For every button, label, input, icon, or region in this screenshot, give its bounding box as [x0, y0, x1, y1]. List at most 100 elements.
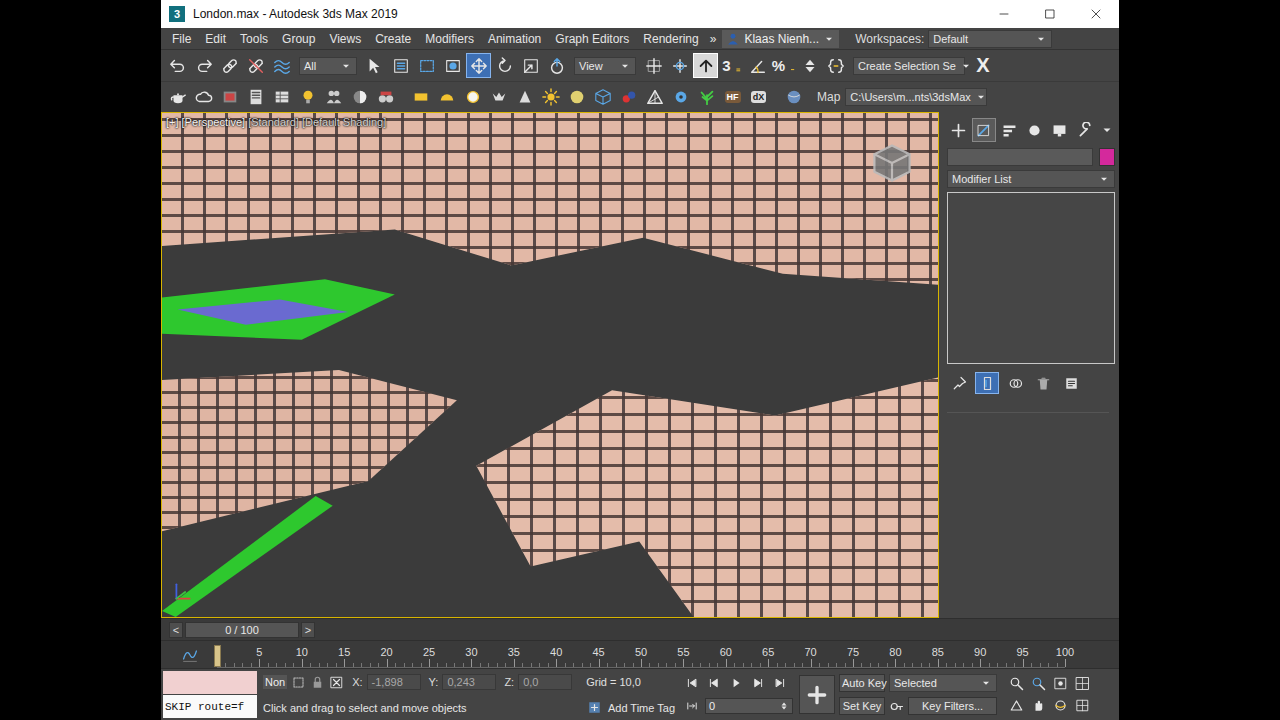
reference-coordinate-dropdown[interactable]: View	[574, 57, 636, 75]
rendered-window-button[interactable]	[243, 85, 268, 110]
menu-item[interactable]: Create	[368, 32, 418, 46]
auto-key-button[interactable]: Auto Key	[839, 674, 885, 692]
manipulate-button[interactable]	[667, 53, 692, 78]
bulb-button[interactable]	[295, 85, 320, 110]
modifier-list-dropdown[interactable]: Modifier List	[947, 170, 1115, 188]
spinner-snap-button[interactable]	[797, 53, 822, 78]
teapot-button[interactable]	[165, 85, 190, 110]
zoom-extents-button[interactable]	[1049, 673, 1071, 695]
prev-frame-button[interactable]	[705, 674, 723, 692]
set-keys-button[interactable]	[799, 675, 835, 714]
current-frame-marker[interactable]	[214, 645, 221, 667]
menu-overflow[interactable]: »	[706, 32, 721, 46]
play-button[interactable]	[727, 674, 745, 692]
dx-button[interactable]: dX	[746, 85, 771, 110]
go-start-button[interactable]	[683, 674, 701, 692]
create-tab[interactable]	[947, 118, 970, 142]
key-mode-button[interactable]	[683, 697, 701, 715]
move-button[interactable]	[466, 53, 491, 78]
window-crossing-button[interactable]	[440, 53, 465, 78]
key-set-dropdown[interactable]: Selected	[889, 674, 997, 692]
mini-curve-editor-button[interactable]	[179, 644, 201, 666]
maximize-button[interactable]	[1071, 695, 1093, 717]
maxscript-input[interactable]	[163, 671, 257, 694]
display-tab[interactable]	[1048, 118, 1071, 142]
viewport-label[interactable]: [Default Shading]	[302, 116, 386, 128]
set-key-button[interactable]: Set Key	[839, 697, 885, 715]
minimize-button[interactable]	[981, 0, 1027, 28]
hierarchy-tab[interactable]	[998, 118, 1021, 142]
cone-button[interactable]	[512, 85, 537, 110]
panel-menu-button[interactable]	[1099, 118, 1115, 142]
project-path-dropdown[interactable]: C:\Users\m...nts\3dsMax	[845, 88, 987, 106]
key-filters-button[interactable]: Key Filters...	[908, 697, 997, 715]
menu-item[interactable]: File	[165, 32, 198, 46]
disc-button[interactable]	[564, 85, 589, 110]
scale-button[interactable]	[518, 53, 543, 78]
go-end-button[interactable]	[771, 674, 789, 692]
menu-item[interactable]: Views	[322, 32, 368, 46]
plant-button[interactable]	[694, 85, 719, 110]
menu-item[interactable]: Animation	[481, 32, 548, 46]
link-button[interactable]	[217, 53, 242, 78]
object-name-field[interactable]	[947, 148, 1093, 166]
make-unique-button[interactable]	[1003, 372, 1027, 394]
named-sets-button[interactable]	[823, 53, 848, 78]
add-time-tag[interactable]: Add Time Tag	[587, 700, 675, 715]
current-frame-field[interactable]: 0	[705, 698, 793, 714]
previous-frame-button[interactable]: <	[169, 622, 183, 638]
pivot-button[interactable]	[641, 53, 666, 78]
perspective-viewport[interactable]: [+][Perspective][Standard][Default Shadi…	[161, 112, 939, 618]
people-button[interactable]	[321, 85, 346, 110]
zoom-all-button[interactable]	[1027, 673, 1049, 695]
next-frame-button[interactable]: >	[301, 622, 315, 638]
modifier-stack[interactable]	[947, 192, 1115, 364]
end-result-button[interactable]	[975, 372, 999, 394]
cloud-button[interactable]	[191, 85, 216, 110]
table-button[interactable]	[269, 85, 294, 110]
menu-item[interactable]: Graph Editors	[548, 32, 636, 46]
y-field[interactable]: 0,243	[442, 674, 496, 690]
keyboard-override-button[interactable]	[693, 53, 718, 78]
absolute-mode-toggle[interactable]	[329, 675, 344, 690]
motion-tab[interactable]	[1023, 118, 1046, 142]
render-frame-button[interactable]	[217, 85, 242, 110]
unlink-button[interactable]	[243, 53, 268, 78]
placement-button[interactable]	[544, 53, 569, 78]
snap-button[interactable]: 3	[719, 53, 744, 78]
percent-snap-button[interactable]: %	[771, 53, 796, 78]
menu-item[interactable]: Modifiers	[418, 32, 481, 46]
menu-item[interactable]: Group	[275, 32, 322, 46]
maxscript-output[interactable]: SKIP route=f	[163, 695, 257, 718]
x-field[interactable]: -1,898	[367, 674, 421, 690]
modify-tab[interactable]	[972, 118, 995, 142]
isolate-toggle[interactable]	[291, 675, 306, 690]
spheres-button[interactable]	[616, 85, 641, 110]
selection-lock-toggle[interactable]	[310, 675, 325, 690]
workspace-dropdown[interactable]: Default	[928, 30, 1052, 48]
grid-blue-button[interactable]	[590, 85, 615, 110]
time-slider-thumb[interactable]: < 0 / 100 >	[169, 622, 315, 638]
select-button[interactable]	[362, 53, 387, 78]
hair-fur-button[interactable]: HF	[720, 85, 745, 110]
bowl-button[interactable]	[486, 85, 511, 110]
time-slider-track[interactable]: < 0 / 100 >	[169, 622, 1111, 638]
object-color-swatch[interactable]	[1099, 148, 1115, 166]
maximize-button[interactable]	[1027, 0, 1073, 28]
pin-button[interactable]	[947, 372, 971, 394]
scripting-button[interactable]: X	[970, 53, 996, 78]
dome-button[interactable]	[434, 85, 459, 110]
triangle-button[interactable]	[642, 85, 667, 110]
named-selection-dropdown[interactable]: Create Selection Se	[853, 57, 965, 75]
fov-button[interactable]	[1005, 695, 1027, 717]
frame-ruler[interactable]: 5101520253035404550556065707580859095100	[217, 641, 1065, 668]
rotate-button[interactable]	[492, 53, 517, 78]
close-button[interactable]	[1073, 0, 1119, 28]
key-filter-toggle[interactable]	[889, 699, 904, 714]
box-button[interactable]	[408, 85, 433, 110]
zoom-button[interactable]	[1005, 673, 1027, 695]
viewport-label[interactable]: [+]	[166, 116, 179, 128]
angle-snap-button[interactable]	[745, 53, 770, 78]
viewport-label[interactable]: [Perspective]	[182, 116, 246, 128]
menu-item[interactable]: Edit	[198, 32, 233, 46]
